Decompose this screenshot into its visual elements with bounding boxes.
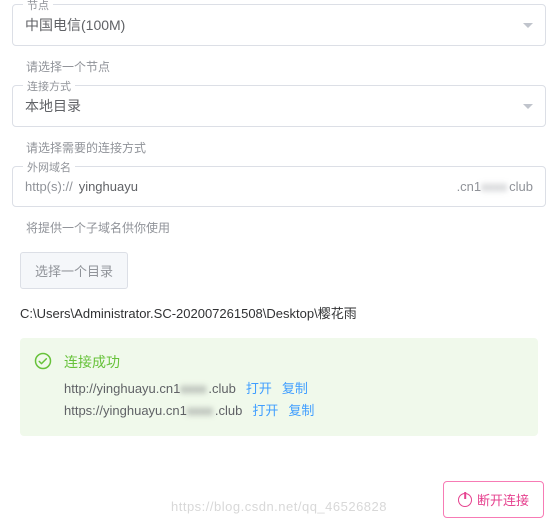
disconnect-button[interactable]: 断开连接 [443,481,544,518]
domain-field[interactable]: 外网域名 http(s):// .cn1xxxxclub [12,166,546,207]
select-dir-button[interactable]: 选择一个目录 [20,252,128,289]
copy-link[interactable]: 复制 [288,400,314,422]
connection-select[interactable]: 连接方式 本地目录 [12,85,546,127]
alert-title: 连接成功 [64,352,522,372]
alert-url: https://yinghuayu.cn1xxxx.club [64,400,242,422]
node-select[interactable]: 节点 中国电信(100M) [12,4,546,46]
success-alert: 连接成功 http://yinghuayu.cn1xxxx.club 打开 复制… [20,338,538,436]
disconnect-label: 断开连接 [477,490,529,509]
domain-legend: 外网域名 [23,159,75,175]
domain-input[interactable] [79,177,451,196]
alert-url: http://yinghuayu.cn1xxxx.club [64,378,236,400]
connection-legend: 连接方式 [23,78,75,94]
domain-hint: 将提供一个子域名供你使用 [12,213,546,246]
domain-prefix: http(s):// [25,179,73,194]
node-hint: 请选择一个节点 [12,52,546,85]
check-circle-icon [34,352,52,370]
connection-value: 本地目录 [25,96,81,116]
node-value: 中国电信(100M) [25,15,125,35]
node-legend: 节点 [23,0,53,13]
alert-line: http://yinghuayu.cn1xxxx.club 打开 复制 [64,378,522,400]
chevron-down-icon [523,104,533,109]
open-link[interactable]: 打开 [252,400,278,422]
alert-line: https://yinghuayu.cn1xxxx.club 打开 复制 [64,400,522,422]
selected-path: C:\Users\Administrator.SC-202007261508\D… [12,299,546,338]
chevron-down-icon [523,23,533,28]
open-link[interactable]: 打开 [246,378,272,400]
domain-suffix: .cn1xxxxclub [457,179,533,194]
watermark: https://blog.csdn.net/qq_46526828 [171,499,387,514]
connection-hint: 请选择需要的连接方式 [12,133,546,166]
copy-link[interactable]: 复制 [282,378,308,400]
power-icon [458,493,472,507]
